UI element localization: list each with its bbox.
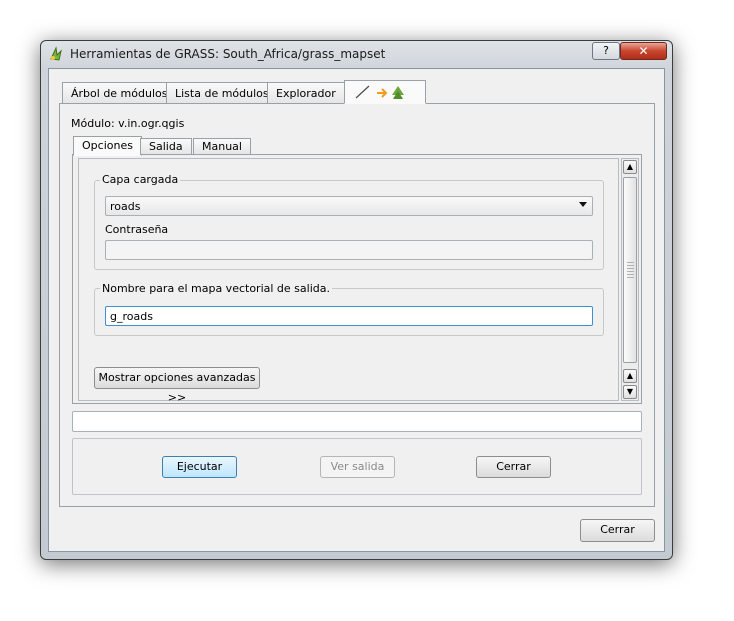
close-icon: ✕ — [638, 44, 649, 58]
tab-explorer[interactable]: Explorador — [267, 82, 345, 104]
tab-output[interactable]: Salida — [140, 138, 192, 155]
chevron-down-icon — [579, 202, 587, 207]
password-field[interactable] — [105, 240, 593, 260]
scrollbar-thumb[interactable] — [623, 177, 637, 363]
loaded-layer-legend: Capa cargada — [100, 173, 181, 186]
layer-select-value: roads — [110, 200, 141, 213]
scroll-up-icon[interactable]: ▲ — [623, 160, 637, 174]
password-label: Contraseña — [105, 223, 169, 236]
view-output-button[interactable]: Ver salida — [320, 456, 395, 478]
qgis-grass-icon — [48, 46, 64, 62]
tab-manual[interactable]: Manual — [193, 138, 251, 155]
progress-bar — [72, 411, 642, 432]
scroll-down-icon[interactable]: ▼ — [623, 385, 637, 399]
layer-select[interactable]: roads — [105, 196, 593, 216]
output-name-input[interactable]: g_roads — [105, 306, 593, 326]
run-button[interactable]: Ejecutar — [162, 456, 237, 478]
window-title: Herramientas de GRASS: South_Africa/gras… — [70, 47, 386, 61]
help-icon: ? — [603, 44, 609, 57]
grip-icon — [627, 262, 634, 278]
close-dialog-button[interactable]: Cerrar — [580, 519, 655, 542]
tab-active-module[interactable] — [344, 80, 426, 104]
tab-options[interactable]: Opciones — [73, 136, 142, 156]
scroll-up-icon-lower[interactable]: ▲ — [623, 369, 637, 383]
output-name-legend: Nombre para el mapa vectorial de salida. — [100, 282, 332, 295]
tab-module-tree[interactable]: Árbol de módulos — [62, 82, 177, 104]
close-module-button[interactable]: Cerrar — [476, 456, 551, 478]
module-icons — [355, 85, 404, 99]
help-button[interactable]: ? — [592, 42, 620, 60]
tab-module-list[interactable]: Lista de módulos — [166, 82, 278, 104]
window-close-button[interactable]: ✕ — [620, 42, 667, 60]
advanced-options-button[interactable]: Mostrar opciones avanzadas >> — [94, 367, 260, 404]
module-label: Módulo: v.in.ogr.qgis — [71, 117, 185, 130]
